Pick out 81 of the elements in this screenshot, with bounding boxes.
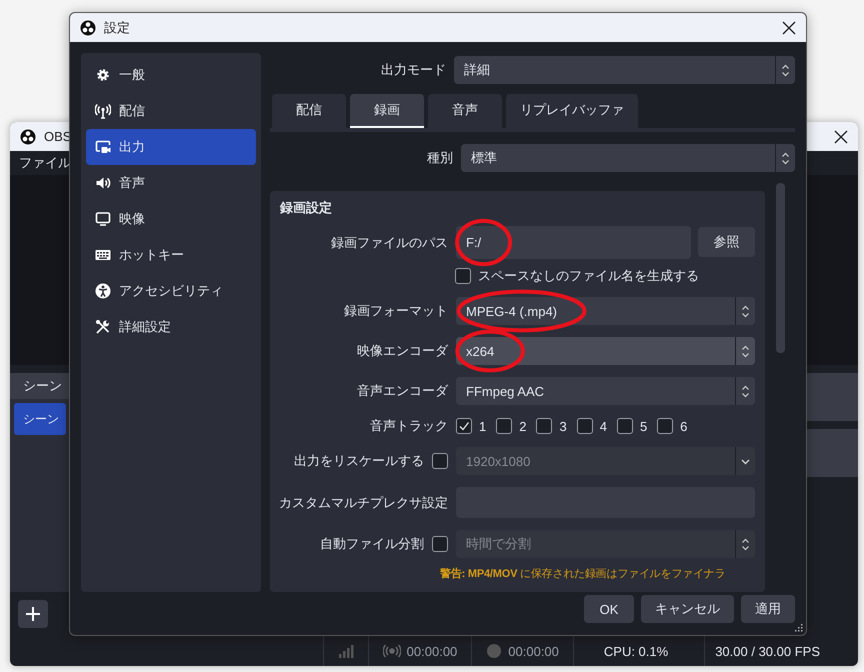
field-label: 録画ファイルのパス [330, 234, 448, 252]
warning-text: 警告: MP4/MOV に保存された録画はファイルをファイナラ [440, 567, 726, 582]
checkbox-label: 4 [600, 418, 607, 434]
signal-icon [338, 643, 354, 659]
field-label: 出力をリスケールする [294, 452, 424, 470]
dialog-title: 設定 [104, 18, 130, 36]
dropdown[interactable]: x264 [456, 337, 755, 365]
checkbox[interactable] [657, 418, 674, 434]
tab[interactable]: 録画 [350, 94, 424, 128]
checkbox-label: 6 [680, 418, 688, 434]
antenna-icon [95, 103, 111, 119]
monitor-camera-icon [95, 139, 111, 155]
dock-title: シーン [23, 377, 62, 395]
dropdown[interactable]: MPEG-4 (.mp4) [456, 297, 755, 325]
spinner-arrows-icon [741, 344, 750, 358]
sidebar-item[interactable]: 詳細設定 [86, 309, 256, 345]
close-icon[interactable] [834, 130, 848, 144]
field-label: 音声エンコーダ [356, 382, 448, 400]
spinner-arrows-icon [741, 304, 750, 318]
checkbox[interactable] [456, 418, 472, 434]
field-label: 出力モード [380, 61, 446, 79]
resize-grip-icon [795, 624, 803, 632]
scene-item[interactable]: シーン [14, 403, 66, 435]
checkbox-label: 5 [640, 418, 648, 434]
spinner-arrows-icon [741, 384, 750, 398]
record-time: 00:00:00 [508, 644, 559, 658]
dialog-button[interactable]: 適用 [741, 595, 795, 623]
tab[interactable]: 配信 [272, 94, 346, 128]
field-label: 自動ファイル分割 [320, 535, 424, 553]
sidebar-item[interactable]: 配信 [86, 93, 256, 129]
sidebar-item[interactable]: アクセシビリティ [86, 273, 256, 309]
stream-time: 00:00:00 [406, 644, 458, 658]
field-label: 種別 [426, 149, 453, 167]
plus-icon [25, 606, 41, 622]
add-button[interactable] [18, 600, 48, 628]
record-icon [486, 643, 502, 659]
dialog-button[interactable]: キャンセル [641, 595, 734, 623]
path-field[interactable]: F:/ [456, 226, 691, 259]
dialog-button[interactable]: OK [584, 595, 634, 623]
scrollbar[interactable] [776, 183, 785, 353]
checkbox[interactable] [576, 418, 593, 434]
monitor-icon [95, 211, 111, 227]
close-icon[interactable] [782, 20, 796, 34]
checkmark-icon [458, 420, 470, 432]
sidebar-item[interactable]: 一般 [86, 57, 256, 93]
dropdown[interactable]: 詳細 [454, 56, 795, 84]
gear-icon [95, 67, 111, 83]
obs-logo-icon [80, 20, 96, 36]
spinner-arrows-icon [781, 64, 790, 76]
speaker-icon [95, 175, 111, 191]
sidebar-item[interactable]: 映像 [86, 201, 256, 237]
fps-readout: 30.00 / 30.00 FPS [715, 644, 820, 658]
checkbox-label: 2 [519, 418, 526, 434]
browse-button[interactable]: 参照 [698, 227, 755, 257]
group-title: 録画設定 [280, 199, 333, 217]
accessibility-icon [95, 283, 111, 299]
tab[interactable]: 音声 [428, 94, 502, 128]
keyboard-icon [95, 247, 111, 263]
checkbox[interactable] [455, 268, 471, 284]
cpu-usage: CPU: 0.1% [604, 644, 668, 658]
tab[interactable]: リプレイバッファ [506, 94, 638, 128]
tools-icon [95, 319, 111, 335]
dropdown[interactable]: FFmpeg AAC [456, 377, 755, 405]
checkbox-label: スペースなしのファイル名を生成する [478, 267, 699, 285]
field-label: 音声トラック [369, 417, 448, 435]
sidebar-item[interactable]: ホットキー [86, 237, 256, 273]
spinner-arrows-icon [781, 152, 790, 164]
checkbox[interactable] [616, 418, 633, 434]
field-label: カスタムマルチプレクサ設定 [280, 494, 448, 512]
dropdown[interactable]: 標準 [461, 144, 795, 172]
spinner-arrows-icon [741, 538, 750, 550]
obs-logo-icon [20, 128, 36, 144]
field-label: 映像エンコーダ [356, 342, 448, 360]
field-label: 録画フォーマット [343, 302, 448, 320]
checkbox[interactable] [536, 418, 552, 434]
checkbox-label: 1 [479, 418, 486, 434]
sidebar-item[interactable]: 出力 [86, 129, 256, 165]
broadcast-icon [382, 644, 401, 658]
checkbox[interactable] [496, 418, 512, 434]
checkbox-label: 3 [559, 418, 567, 434]
sidebar-item[interactable]: 音声 [86, 165, 256, 201]
